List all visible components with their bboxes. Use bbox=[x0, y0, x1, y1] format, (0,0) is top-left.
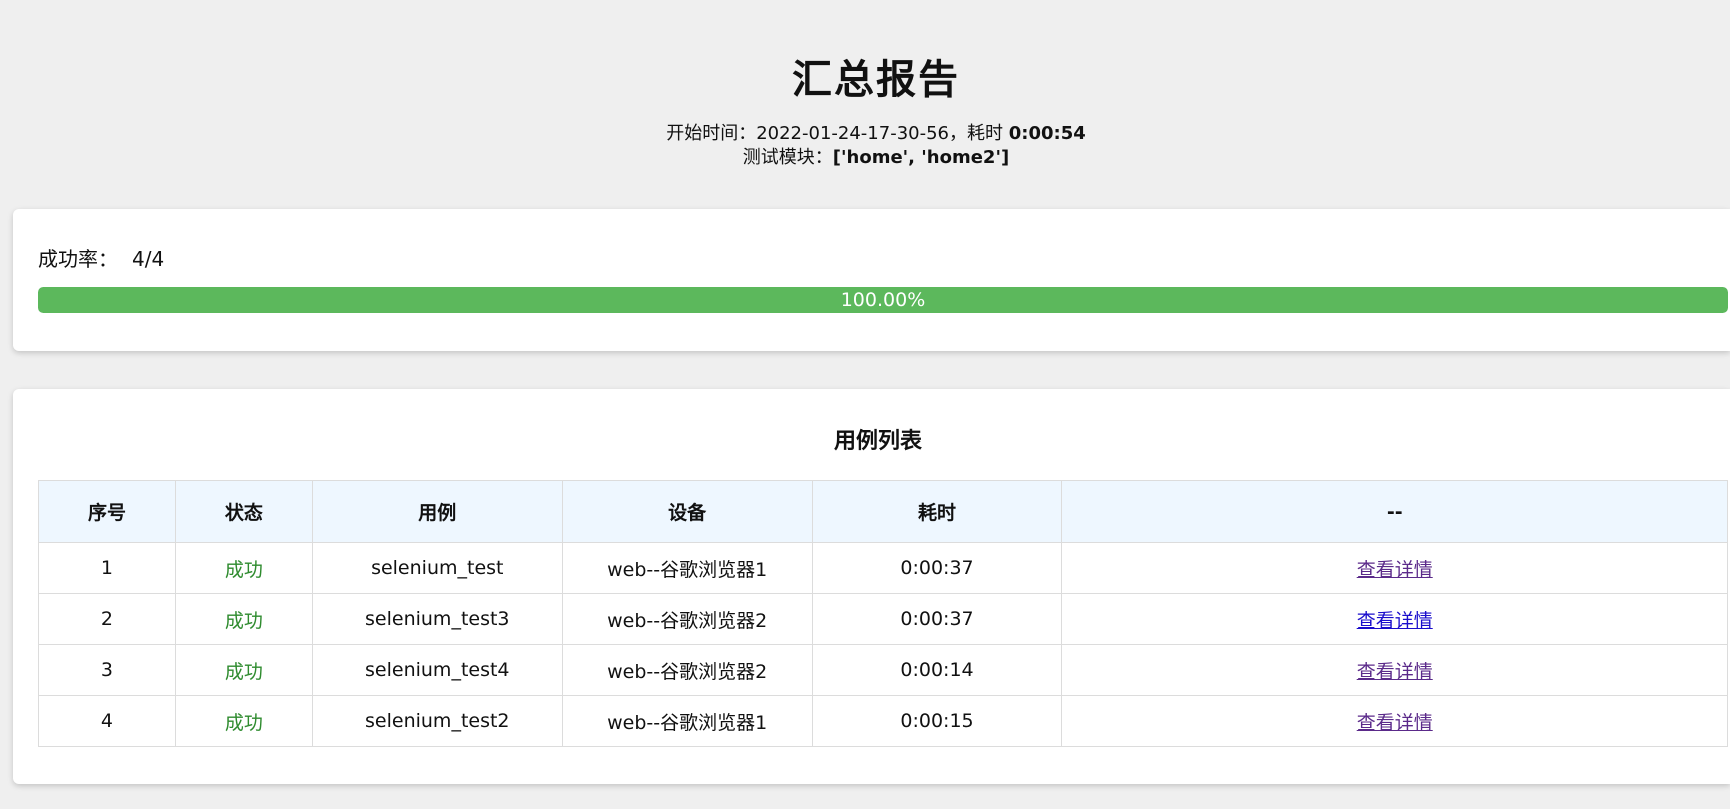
view-details-link[interactable]: 查看详情 bbox=[1357, 712, 1433, 734]
column-header-case: 用例 bbox=[311, 480, 563, 543]
table-row: 3 成功 selenium_test4 web--谷歌浏览器2 0:00:14 … bbox=[38, 644, 1728, 696]
modules-label: 测试模块： bbox=[742, 147, 833, 168]
cell-duration: 0:00:37 bbox=[811, 593, 1063, 645]
cell-device: web--谷歌浏览器2 bbox=[561, 644, 813, 696]
cell-status: 成功 bbox=[174, 695, 313, 747]
cell-index: 1 bbox=[38, 542, 176, 594]
success-progress-bar: 100.00% bbox=[38, 287, 1728, 313]
cell-action: 查看详情 bbox=[1061, 644, 1728, 696]
success-rate: 成功率： 4/4 bbox=[38, 245, 164, 273]
cell-action: 查看详情 bbox=[1061, 542, 1728, 594]
cell-action: 查看详情 bbox=[1061, 593, 1728, 645]
column-header-status: 状态 bbox=[174, 480, 313, 543]
report-header: 汇总报告 开始时间：2022-01-24-17-30-56，耗时 0:00:54… bbox=[0, 52, 1730, 170]
cell-case: selenium_test4 bbox=[311, 644, 563, 696]
success-rate-value: 4/4 bbox=[132, 247, 165, 271]
cell-duration: 0:00:37 bbox=[811, 542, 1063, 594]
column-header-duration: 耗时 bbox=[811, 480, 1063, 543]
cell-case: selenium_test bbox=[311, 542, 563, 594]
cell-case: selenium_test2 bbox=[311, 695, 563, 747]
module-info: 测试模块：['home', 'home2'] bbox=[0, 146, 1730, 170]
duration-label: ，耗时 bbox=[949, 123, 1009, 144]
table-row: 1 成功 selenium_test web--谷歌浏览器1 0:00:37 查… bbox=[38, 542, 1728, 594]
column-header-action: -- bbox=[1061, 480, 1728, 543]
report-page: 汇总报告 开始时间：2022-01-24-17-30-56，耗时 0:00:54… bbox=[0, 0, 1730, 809]
cell-index: 3 bbox=[38, 644, 176, 696]
case-table: 序号 状态 用例 设备 耗时 -- 1 成功 selenium_test web… bbox=[38, 480, 1728, 747]
cell-device: web--谷歌浏览器1 bbox=[561, 542, 813, 594]
page-title: 汇总报告 bbox=[792, 57, 960, 103]
column-header-device: 设备 bbox=[561, 480, 813, 543]
duration-value: 0:00:54 bbox=[1008, 123, 1086, 144]
cell-index: 4 bbox=[38, 695, 176, 747]
case-list-title: 用例列表 bbox=[833, 429, 922, 454]
view-details-link[interactable]: 查看详情 bbox=[1357, 610, 1433, 632]
table-row: 4 成功 selenium_test2 web--谷歌浏览器1 0:00:15 … bbox=[38, 695, 1728, 747]
column-header-index: 序号 bbox=[38, 480, 176, 543]
success-rate-card: 成功率： 4/4 100.00% bbox=[13, 209, 1730, 351]
cell-index: 2 bbox=[38, 593, 176, 645]
cell-status: 成功 bbox=[174, 542, 313, 594]
cell-case: selenium_test3 bbox=[311, 593, 563, 645]
modules-value: ['home', 'home2'] bbox=[832, 147, 1010, 168]
start-time-value: 2022-01-24-17-30-56 bbox=[756, 123, 950, 144]
cell-duration: 0:00:14 bbox=[811, 644, 1063, 696]
cell-status: 成功 bbox=[174, 593, 313, 645]
cell-action: 查看详情 bbox=[1061, 695, 1728, 747]
view-details-link[interactable]: 查看详情 bbox=[1357, 661, 1433, 683]
cell-device: web--谷歌浏览器2 bbox=[561, 593, 813, 645]
cell-status: 成功 bbox=[174, 644, 313, 696]
case-list-card: 用例列表 序号 状态 用例 设备 耗时 -- 1 成功 selenium_tes… bbox=[13, 389, 1730, 784]
run-info: 开始时间：2022-01-24-17-30-56，耗时 0:00:54 bbox=[0, 122, 1730, 146]
view-details-link[interactable]: 查看详情 bbox=[1357, 559, 1433, 581]
cell-device: web--谷歌浏览器1 bbox=[561, 695, 813, 747]
cell-duration: 0:00:15 bbox=[811, 695, 1063, 747]
start-time-label: 开始时间： bbox=[666, 123, 757, 144]
table-header-row: 序号 状态 用例 设备 耗时 -- bbox=[38, 480, 1728, 543]
success-rate-label: 成功率： bbox=[38, 247, 118, 271]
table-row: 2 成功 selenium_test3 web--谷歌浏览器2 0:00:37 … bbox=[38, 593, 1728, 645]
success-progress-fill: 100.00% bbox=[38, 287, 1728, 313]
